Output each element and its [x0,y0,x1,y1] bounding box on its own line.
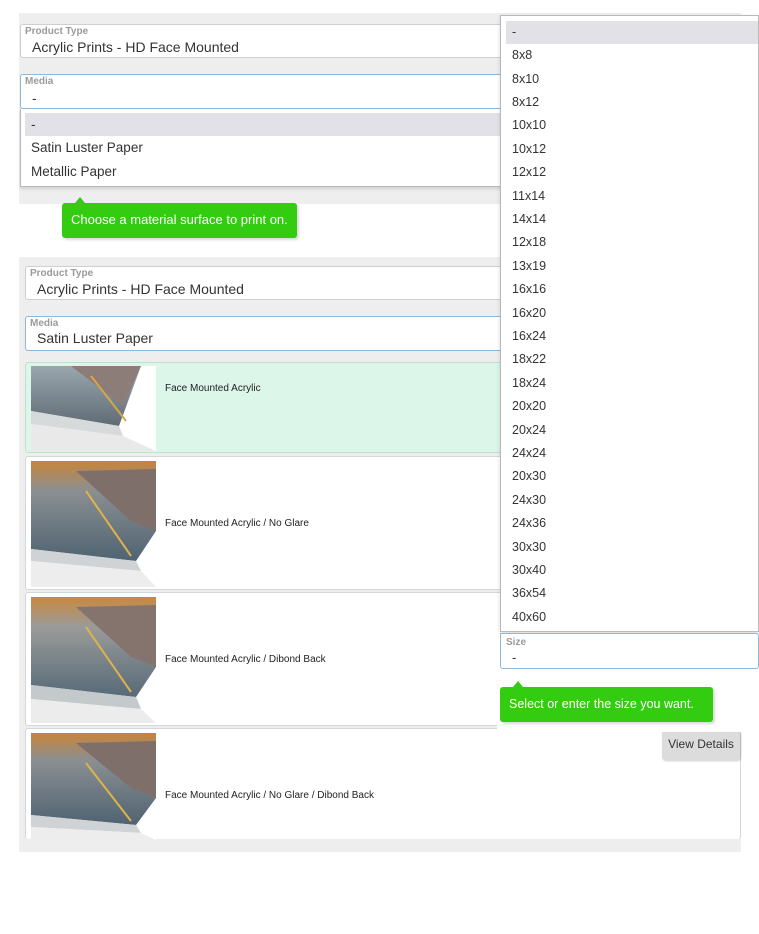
size-option[interactable]: 10x10 [506,114,758,137]
media-value: - [32,90,37,106]
size-option[interactable]: 36x54 [506,582,758,605]
size-option[interactable]: - [506,21,758,44]
size-option[interactable]: 20x30 [506,465,758,488]
product-type-value: Acrylic Prints - HD Face Mounted [32,39,239,55]
finish-label: Face Mounted Acrylic / Dibond Back [165,654,326,665]
finish-label: Face Mounted Acrylic / No Glare / Dibond… [165,790,374,801]
media-field[interactable]: Media - [20,74,510,109]
size-option[interactable]: 11x14 [506,185,758,208]
size-option[interactable]: 18x24 [506,372,758,395]
product-type-field[interactable]: Product Type Acrylic Prints - HD Face Mo… [20,24,510,58]
finish-card[interactable]: Face Mounted Acrylic / Dibond Back [25,592,510,726]
media-label: Media [25,76,54,87]
product-type-label: Product Type [25,26,89,37]
size-option[interactable]: 10x12 [506,138,758,161]
size-dropdown: -8x8 8x10 8x12 10x10 10x12 12x12 11x14 14x14 12x… [500,15,759,632]
media-option[interactable]: Satin Luster Paper [25,136,509,159]
size-tooltip: Select or enter the size you want. [500,681,713,722]
size-option[interactable]: 16x24 [506,325,758,348]
media-field-2[interactable]: Media Satin Luster Paper [25,316,510,351]
size-option[interactable]: 18x22 [506,348,758,371]
media-value: Satin Luster Paper [37,330,153,346]
finish-card[interactable]: Face Mounted Acrylic / No Glare [25,456,510,590]
size-option[interactable]: 30x40 [506,559,758,582]
media-option[interactable]: - [25,113,509,136]
size-option[interactable]: 14x14 [506,208,758,231]
size-option[interactable]: 24x30 [506,489,758,512]
size-option[interactable]: 8x10 [506,68,758,91]
media-tooltip: Choose a material surface to print on. [62,197,297,238]
size-option[interactable]: 40x60 [506,606,758,629]
finish-thumbnail [31,366,156,451]
size-option[interactable]: 20x20 [506,395,758,418]
product-type-field-2[interactable]: Product Type Acrylic Prints - HD Face Mo… [25,266,510,300]
finish-card[interactable]: Face Mounted Acrylic [25,362,510,453]
finish-label: Face Mounted Acrylic / No Glare [165,518,309,529]
finish-label: Face Mounted Acrylic [165,383,261,394]
size-option[interactable]: 8x12 [506,91,758,114]
media-label: Media [30,318,59,329]
size-option[interactable]: 16x20 [506,302,758,325]
finish-thumbnail [31,461,156,587]
view-details-button[interactable]: View Details [662,732,740,760]
size-option[interactable]: 24x24 [506,442,758,465]
size-field[interactable]: Size - [500,633,759,669]
finish-thumbnail [31,597,156,723]
size-option[interactable]: 8x8 [506,44,758,67]
size-option[interactable]: 20x24 [506,419,758,442]
media-option[interactable]: Metallic Paper [25,160,509,183]
size-option[interactable]: 16x16 [506,278,758,301]
size-option[interactable]: 30x30 [506,536,758,559]
product-type-label: Product Type [30,268,94,279]
product-type-value: Acrylic Prints - HD Face Mounted [37,281,244,297]
size-option[interactable]: 13x19 [506,255,758,278]
size-option[interactable]: 12x18 [506,231,758,254]
size-label: Size [506,637,527,648]
finish-thumbnail [31,733,156,840]
size-option[interactable]: 12x12 [506,161,758,184]
size-value: - [512,650,517,665]
media-dropdown: - Satin Luster Paper Metallic Paper [20,109,510,187]
finish-card[interactable]: Face Mounted Acrylic / No Glare / Dibond… [25,728,741,840]
size-option[interactable]: 24x36 [506,512,758,535]
